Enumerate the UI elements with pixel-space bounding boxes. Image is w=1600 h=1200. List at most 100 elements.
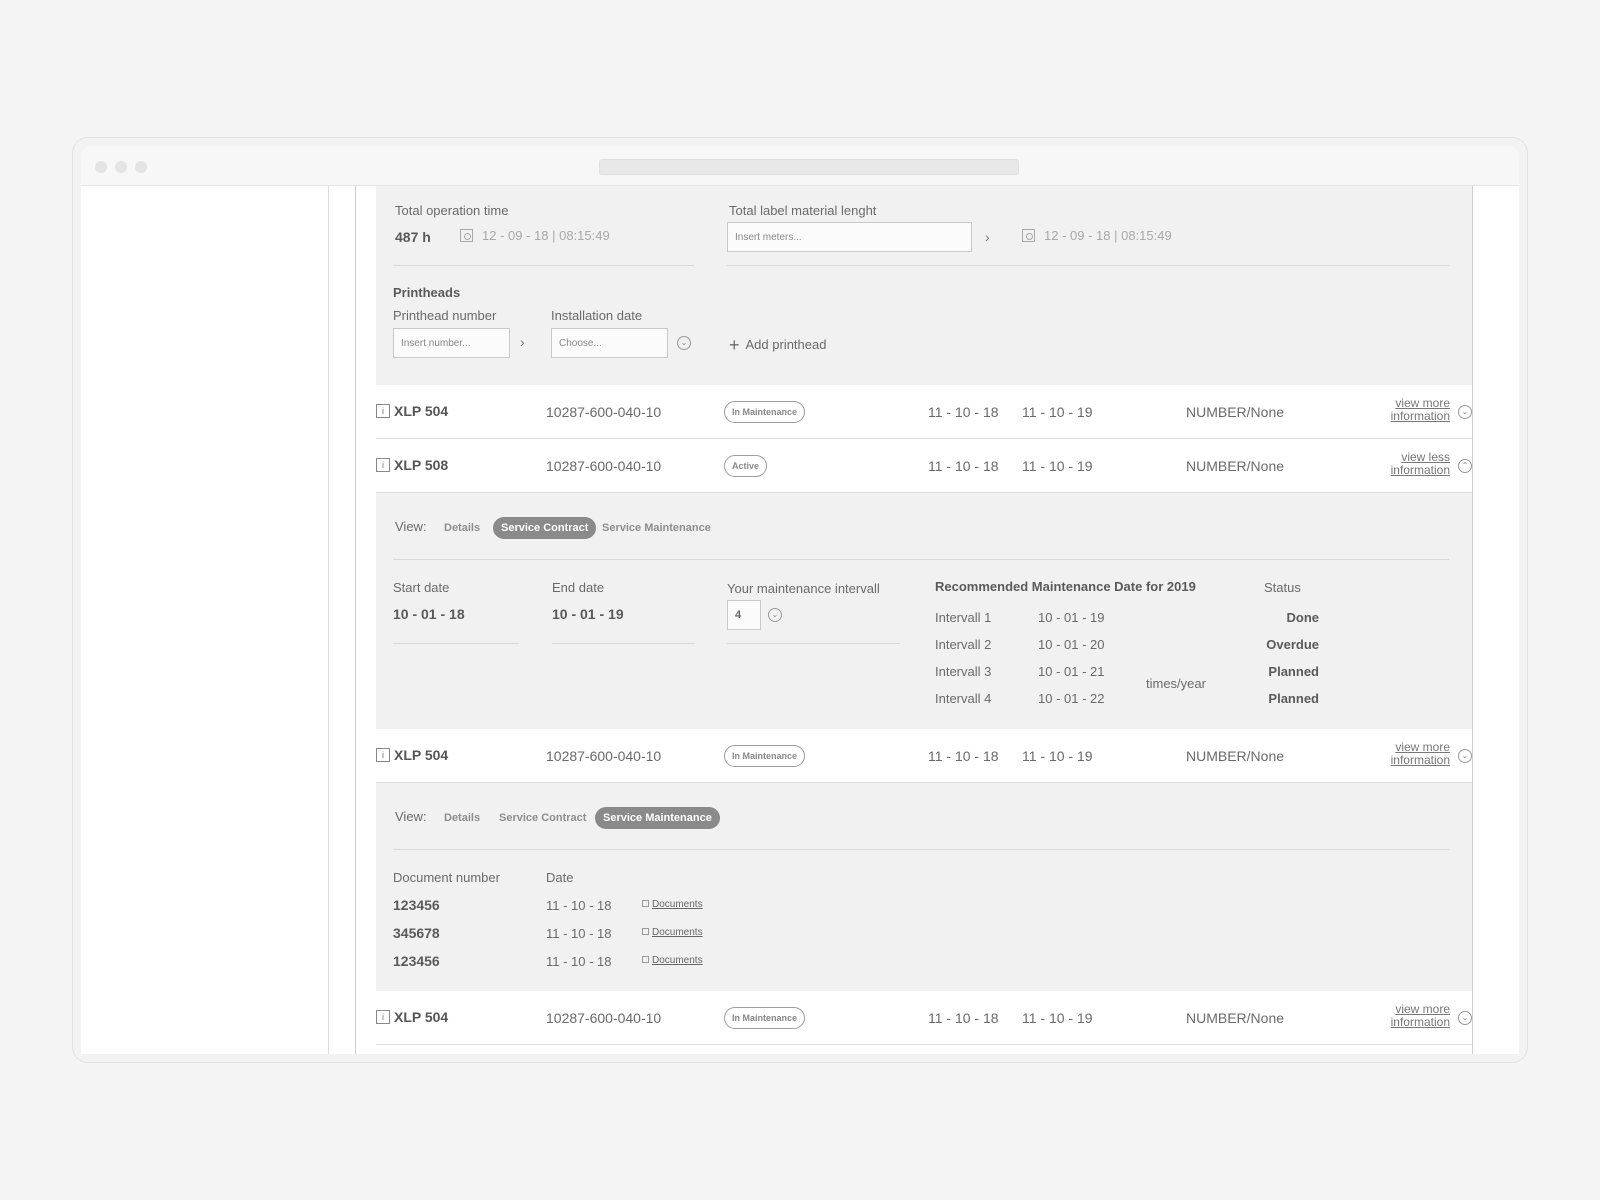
view-more-text: view more — [1395, 396, 1450, 410]
info-icon[interactable]: i — [376, 1010, 390, 1024]
interval-date: 10 - 01 - 22 — [1038, 691, 1105, 706]
operation-time-label: Total operation time — [395, 203, 509, 218]
divider — [393, 559, 1449, 560]
tab-service-contract[interactable]: Service Contract — [493, 517, 597, 539]
interval-status: Planned — [1268, 691, 1319, 706]
operation-time-stamp: 12 - 09 - 18 | 08:15:49 — [460, 228, 610, 243]
divider — [727, 265, 1449, 266]
label-material-stamp: 12 - 09 - 18 | 08:15:49 — [1022, 228, 1172, 243]
plus-icon: + — [729, 335, 740, 355]
add-printhead-button[interactable]: + Add printhead — [729, 335, 826, 356]
expand-chevron-icon[interactable]: ⌄ — [1458, 749, 1472, 763]
interval-date: 10 - 01 - 20 — [1038, 637, 1105, 652]
tab-details[interactable]: Details — [444, 522, 480, 534]
view-label: View: — [395, 519, 427, 534]
tab-service-contract[interactable]: Service Contract — [499, 812, 586, 824]
details-panel: Total operation time 487 h 12 - 09 - 18 … — [376, 186, 1472, 385]
window-maximize-dot[interactable] — [135, 161, 147, 173]
printheads-title: Printheads — [393, 285, 461, 300]
documents-link-text: Documents — [652, 899, 703, 910]
tab-service-maintenance[interactable]: Service Maintenance — [602, 522, 711, 534]
collapse-chevron-icon[interactable]: ⌃ — [1458, 459, 1472, 473]
printhead-number-input[interactable]: Insert number... — [393, 328, 510, 358]
document-number: 123456 — [393, 897, 440, 913]
tab-details[interactable]: Details — [444, 812, 480, 824]
installation-date-label: Installation date — [551, 308, 643, 323]
documents-link[interactable]: Documents — [642, 955, 703, 966]
row-end-date: 11 - 10 - 19 — [1022, 748, 1093, 764]
submit-number-chevron-icon[interactable]: › — [520, 334, 525, 350]
row-start-date: 11 - 10 - 18 — [928, 1010, 999, 1026]
expand-chevron-icon[interactable]: ⌄ — [1458, 1011, 1472, 1025]
add-printhead-label: Add printhead — [745, 337, 827, 352]
divider — [393, 265, 694, 266]
operation-time-stamp-text: 12 - 09 - 18 | 08:15:49 — [482, 228, 610, 243]
interval-label: Your maintenance intervall — [727, 581, 880, 596]
row-end-date: 11 - 10 - 19 — [1022, 1010, 1093, 1026]
row-serial: 10287-600-040-10 — [546, 458, 662, 474]
browser-window: Total operation time 487 h 12 - 09 - 18 … — [72, 137, 1528, 1063]
interval-date: 10 - 01 - 21 — [1038, 664, 1105, 679]
date-dropdown-chevron-icon[interactable]: ⌄ — [677, 336, 691, 350]
view-more-link[interactable]: view more information — [1391, 741, 1450, 767]
service-contract-panel: View: Details Service Contract Service M… — [376, 493, 1472, 729]
address-bar[interactable] — [599, 159, 1019, 175]
installation-date-input[interactable]: Choose... — [551, 328, 668, 358]
status-badge: In Maintenance — [724, 745, 806, 767]
printhead-number-label: Printhead number — [393, 308, 497, 323]
clock-icon — [460, 229, 473, 242]
document-number: 123456 — [393, 953, 440, 969]
document-number-label: Document number — [393, 870, 500, 885]
row-start-date: 11 - 10 - 18 — [928, 404, 999, 420]
info-icon[interactable]: i — [376, 404, 390, 418]
clock-icon — [1022, 229, 1035, 242]
row-end-date: 11 - 10 - 19 — [1022, 458, 1093, 474]
interval-dropdown-chevron-icon[interactable]: ⌄ — [768, 608, 782, 622]
divider — [552, 643, 695, 644]
view-more-text: view more — [1395, 740, 1450, 754]
documents-link[interactable]: Documents — [642, 899, 703, 910]
divider — [393, 643, 519, 644]
info-icon[interactable]: i — [376, 748, 390, 762]
row-start-date: 11 - 10 - 18 — [928, 748, 999, 764]
table-row[interactable]: i XLP 504 10287-600-040-10 In Maintenanc… — [376, 729, 1472, 783]
interval-input[interactable]: 4 — [727, 600, 761, 630]
label-material-input[interactable]: Insert meters... — [727, 222, 972, 252]
end-date-label: End date — [552, 580, 605, 595]
view-more-link[interactable]: view more information — [1391, 397, 1450, 423]
page-viewport: Total operation time 487 h 12 - 09 - 18 … — [81, 186, 1519, 1054]
operation-time-value: 487 h — [395, 229, 431, 245]
label-material-label: Total label material lenght — [729, 203, 877, 218]
table-row[interactable]: i XLP 508 10287-600-040-10 Active 11 - 1… — [376, 439, 1472, 493]
status-badge: Active — [724, 455, 768, 477]
view-less-link[interactable]: view less information — [1391, 451, 1450, 477]
submit-meters-chevron-icon[interactable]: › — [985, 229, 990, 245]
view-more-link[interactable]: view more information — [1391, 1003, 1450, 1029]
status-badge: In Maintenance — [724, 1007, 806, 1029]
interval-name: Intervall 2 — [935, 637, 992, 652]
row-serial: 10287-600-040-10 — [546, 404, 662, 420]
documents-link[interactable]: Documents — [642, 927, 703, 938]
window-close-dot[interactable] — [95, 161, 107, 173]
document-icon — [642, 900, 649, 907]
tab-service-maintenance[interactable]: Service Maintenance — [595, 807, 720, 829]
info-icon[interactable]: i — [376, 458, 390, 472]
document-date: 11 - 10 - 18 — [546, 898, 612, 913]
service-maintenance-panel: View: Details Service Contract Service M… — [376, 783, 1472, 991]
table-row[interactable]: i XLP 504 10287-600-040-10 In Maintenanc… — [376, 385, 1472, 439]
view-label: View: — [395, 809, 427, 824]
view-more-text: view more — [1395, 1002, 1450, 1016]
interval-status: Overdue — [1266, 637, 1319, 652]
interval-status: Planned — [1268, 664, 1319, 679]
expand-chevron-icon[interactable]: ⌄ — [1458, 405, 1472, 419]
view-more-text-2: information — [1390, 1015, 1450, 1029]
row-name: XLP 504 — [394, 747, 449, 763]
label-material-stamp-text: 12 - 09 - 18 | 08:15:49 — [1044, 228, 1172, 243]
window-minimize-dot[interactable] — [115, 161, 127, 173]
view-less-text: view less — [1401, 450, 1450, 464]
view-more-text-2: information — [1390, 409, 1450, 423]
table-row[interactable]: i XLP 504 10287-600-040-10 In Maintenanc… — [376, 991, 1472, 1045]
divider — [393, 849, 1449, 850]
times-per-year-label: times/year — [1146, 676, 1206, 691]
document-date-label: Date — [546, 870, 574, 885]
